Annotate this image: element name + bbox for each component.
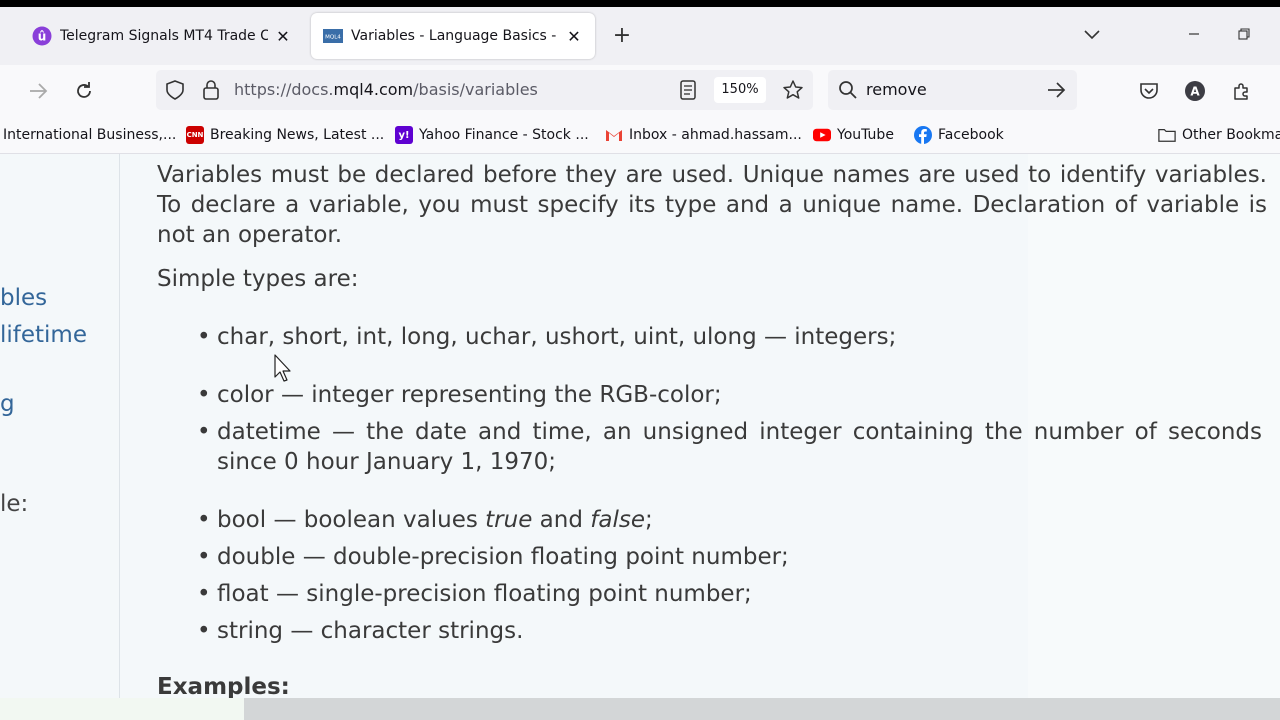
list-item: • char, short, int, long, uchar, ushort, …	[197, 324, 897, 350]
reload-icon[interactable]	[70, 77, 98, 105]
examples-heading: Examples:	[157, 674, 290, 698]
lock-icon[interactable]	[202, 79, 220, 105]
search-bar[interactable]: remove	[828, 70, 1077, 110]
docs-sidebar: bles lifetime g le:	[0, 154, 120, 698]
list-all-tabs-icon[interactable]	[1080, 25, 1104, 44]
bookmark-international-business[interactable]: International Business,...	[3, 125, 176, 145]
bookmark-gmail-inbox[interactable]: Inbox - ahmad.hassam...	[605, 125, 802, 145]
new-tab-button[interactable]: +	[610, 25, 634, 49]
folder-icon	[1158, 126, 1176, 144]
yahoo-icon: y!	[395, 126, 413, 144]
minimize-window-icon[interactable]	[1182, 25, 1206, 44]
svg-text:û: û	[38, 30, 47, 44]
mql4-icon-text: MQL4	[325, 35, 341, 41]
telegram-app-icon: û	[32, 26, 52, 46]
list-item: • string — character strings.	[197, 618, 524, 644]
intro-paragraph: Variables must be declared before they a…	[157, 162, 1267, 248]
bookmark-star-icon[interactable]	[782, 79, 804, 105]
sidebar-link-g[interactable]: g	[0, 391, 15, 417]
simple-types-heading: Simple types are:	[157, 266, 359, 292]
search-go-arrow-icon[interactable]	[1046, 82, 1066, 102]
svg-text:A: A	[1190, 85, 1200, 99]
list-item: • datetime — the date and time, an unsign…	[197, 419, 1262, 475]
horizontal-scrollbar[interactable]	[0, 698, 1280, 720]
sidebar-link-lifetime[interactable]: lifetime	[0, 322, 87, 348]
tab-strip: û Telegram Signals MT4 Trade Co ✕ MQL4 V…	[0, 7, 1280, 65]
bookmark-youtube[interactable]: YouTube	[813, 125, 894, 145]
window-top-border	[0, 0, 1280, 7]
restore-window-icon[interactable]	[1232, 25, 1256, 44]
page-content: bles lifetime g le: Variables must be de…	[0, 154, 1280, 698]
shield-icon[interactable]	[165, 80, 185, 104]
list-item: • color — integer representing the RGB-co…	[197, 382, 722, 408]
youtube-icon	[813, 126, 831, 144]
address-bar[interactable]: https://docs.mql4.com/basis/variables 15…	[156, 70, 813, 110]
zoom-level-button[interactable]: 150%	[714, 77, 766, 103]
pocket-icon[interactable]	[1135, 77, 1163, 105]
tab-title: Telegram Signals MT4 Trade Co	[60, 28, 268, 44]
bookmark-facebook[interactable]: Facebook	[914, 125, 1004, 145]
reader-view-icon[interactable]	[679, 80, 697, 104]
close-tab-icon[interactable]: ✕	[274, 27, 292, 46]
mouse-cursor-icon	[274, 354, 291, 382]
list-item: • float — single-precision floating point…	[197, 581, 752, 607]
extensions-icon[interactable]	[1228, 77, 1256, 105]
list-item: • double — double-precision floating poin…	[197, 544, 789, 570]
sidebar-link-variables[interactable]: bles	[0, 285, 47, 311]
bookmarks-toolbar: International Business,... CNN Breaking …	[0, 116, 1280, 154]
search-input[interactable]: remove	[866, 80, 927, 99]
bookmark-other-bookmarks[interactable]: Other Bookma	[1158, 125, 1280, 145]
tab-title: Variables - Language Basics - M	[351, 28, 559, 44]
search-icon	[838, 80, 858, 104]
bookmark-yahoo-finance[interactable]: y! Yahoo Finance - Stock ...	[395, 125, 589, 145]
tab-telegram-signals[interactable]: û Telegram Signals MT4 Trade Co ✕	[20, 13, 304, 59]
navigation-toolbar: https://docs.mql4.com/basis/variables 15…	[0, 65, 1280, 116]
close-tab-icon[interactable]: ✕	[565, 27, 583, 46]
gmail-icon	[605, 126, 623, 144]
account-avatar-icon[interactable]: A	[1181, 77, 1209, 105]
url-text[interactable]: https://docs.mql4.com/basis/variables	[234, 80, 538, 99]
bookmark-cnn[interactable]: CNN Breaking News, Latest ...	[186, 125, 384, 145]
forward-arrow-icon[interactable]	[24, 77, 52, 105]
mql4-icon: MQL4	[323, 26, 343, 46]
scrollbar-track-segment	[0, 698, 244, 720]
list-item: • bool — boolean values true and false;	[197, 507, 653, 533]
tab-variables-language-basics[interactable]: MQL4 Variables - Language Basics - M ✕	[311, 13, 595, 59]
sidebar-text-fragment: le:	[0, 491, 29, 517]
cnn-icon: CNN	[186, 126, 204, 144]
facebook-icon	[914, 126, 932, 144]
